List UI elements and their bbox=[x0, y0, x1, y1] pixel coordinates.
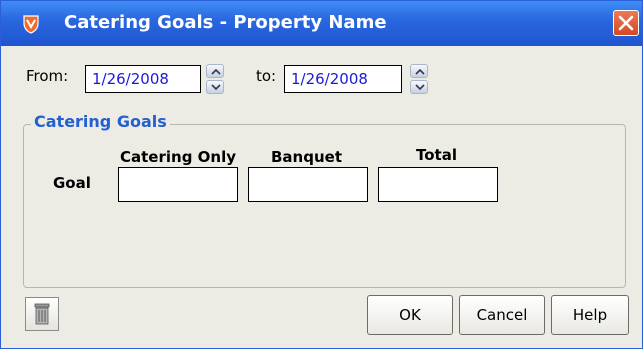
banquet-header: Banquet bbox=[271, 148, 342, 166]
total-goal-input[interactable] bbox=[378, 167, 498, 202]
catering-goals-group-title: Catering Goals bbox=[31, 112, 170, 132]
window-title: Catering Goals - Property Name bbox=[64, 12, 387, 33]
from-label: From: bbox=[26, 67, 69, 85]
banquet-goal-input[interactable] bbox=[248, 167, 368, 202]
from-date-down-button[interactable] bbox=[206, 80, 224, 94]
cancel-button[interactable]: Cancel bbox=[459, 295, 545, 335]
from-date-up-button[interactable] bbox=[206, 64, 224, 78]
to-date-up-button[interactable] bbox=[410, 64, 428, 78]
goal-row-label: Goal bbox=[53, 174, 91, 192]
to-date-down-button[interactable] bbox=[410, 80, 428, 94]
catering-goals-dialog: Catering Goals - Property Name From: to: bbox=[0, 0, 643, 349]
help-button[interactable]: Help bbox=[551, 295, 629, 335]
title-bar[interactable]: Catering Goals - Property Name bbox=[1, 1, 642, 46]
from-date-spinner bbox=[206, 64, 224, 94]
app-logo-icon bbox=[21, 14, 41, 34]
catering-only-goal-input[interactable] bbox=[118, 167, 238, 202]
to-label: to: bbox=[256, 67, 277, 85]
to-date-input[interactable] bbox=[284, 65, 402, 93]
delete-button[interactable] bbox=[25, 297, 59, 331]
total-header: Total bbox=[416, 146, 457, 164]
catering-only-header: Catering Only bbox=[120, 148, 237, 166]
to-date-spinner bbox=[410, 64, 428, 94]
ok-button[interactable]: OK bbox=[367, 295, 453, 335]
close-button[interactable] bbox=[613, 10, 639, 36]
from-date-input[interactable] bbox=[85, 65, 201, 93]
